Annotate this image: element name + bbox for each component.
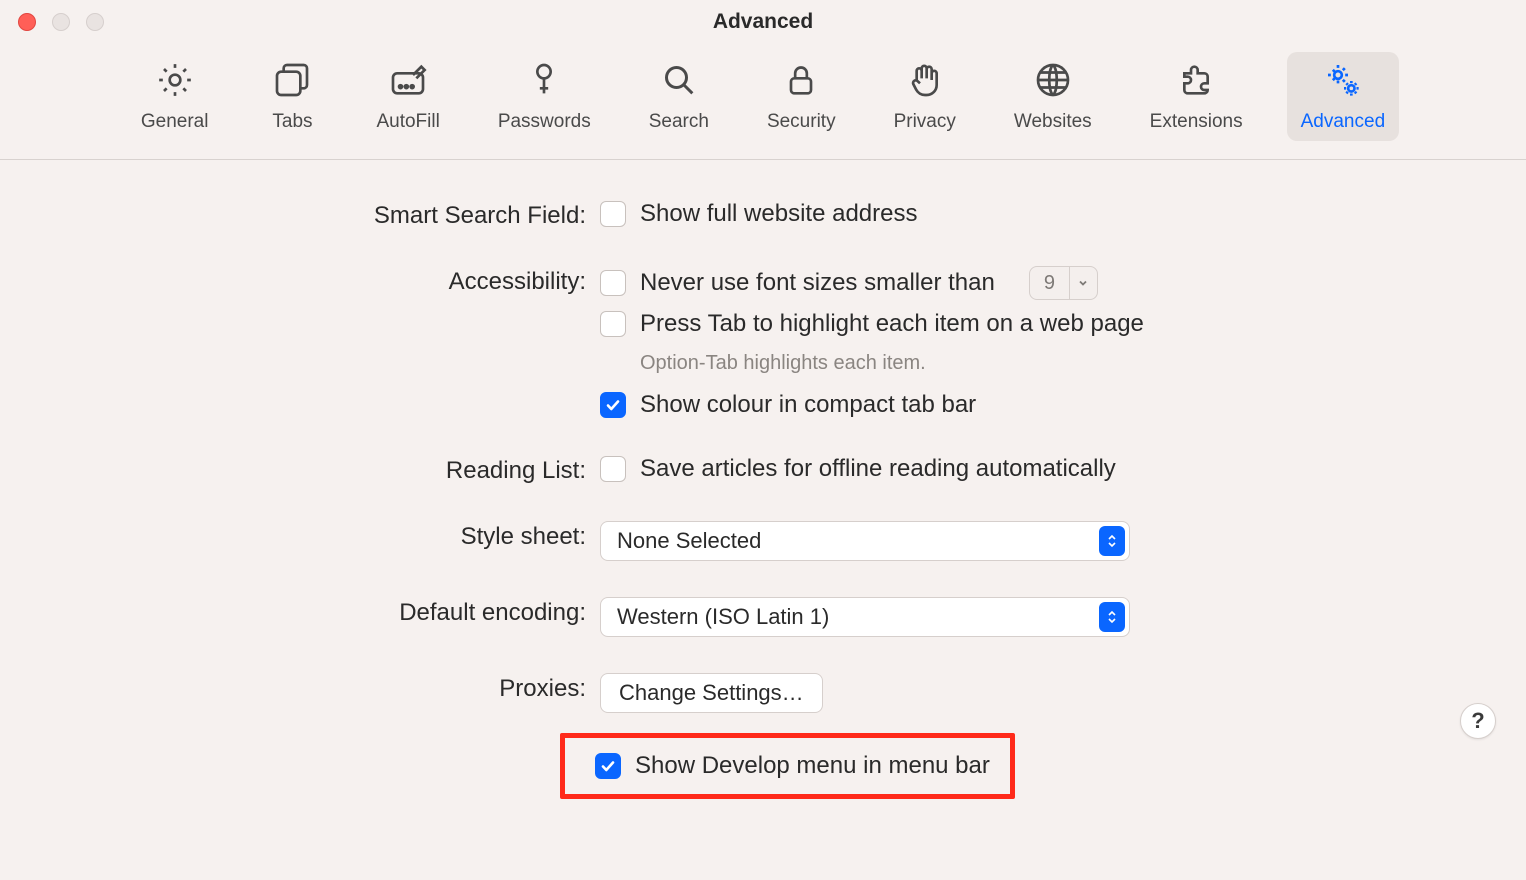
never-smaller-text: Never use font sizes smaller than (640, 269, 995, 297)
show-full-address-checkbox[interactable] (600, 201, 626, 227)
key-icon (524, 60, 564, 105)
tab-label: Security (767, 111, 836, 133)
save-offline-checkbox[interactable] (600, 456, 626, 482)
tab-passwords[interactable]: Passwords (484, 52, 605, 141)
tab-label: Privacy (894, 111, 956, 133)
show-develop-checkbox[interactable] (595, 753, 621, 779)
preferences-toolbar: General Tabs AutoFill Passwords Search S… (0, 44, 1526, 160)
style-sheet-value: None Selected (617, 528, 761, 554)
tab-label: Search (649, 111, 709, 133)
option-tab-hint: Option-Tab highlights each item. (640, 348, 1144, 375)
tab-privacy[interactable]: Privacy (880, 52, 970, 141)
tab-extensions[interactable]: Extensions (1136, 52, 1257, 141)
lock-icon (781, 60, 821, 105)
tab-label: Tabs (272, 111, 312, 133)
gear-icon (155, 60, 195, 105)
titlebar: Advanced (0, 0, 1526, 44)
tab-tabs[interactable]: Tabs (252, 52, 332, 141)
proxies-label: Proxies: (60, 673, 600, 703)
traffic-lights (0, 13, 104, 31)
help-text: ? (1471, 708, 1484, 734)
show-colour-text: Show colour in compact tab bar (640, 391, 976, 419)
help-button[interactable]: ? (1460, 703, 1496, 739)
show-develop-text: Show Develop menu in menu bar (635, 752, 990, 780)
hand-icon (905, 60, 945, 105)
default-encoding-select[interactable]: Western (ISO Latin 1) (600, 597, 1130, 637)
tabs-icon (272, 60, 312, 105)
reading-list-label: Reading List: (60, 455, 600, 485)
tab-websites[interactable]: Websites (1000, 52, 1106, 141)
smart-search-label: Smart Search Field: (60, 200, 600, 230)
press-tab-text: Press Tab to highlight each item on a we… (640, 310, 1144, 338)
puzzle-icon (1176, 60, 1216, 105)
show-colour-checkbox[interactable] (600, 392, 626, 418)
window-zoom-button[interactable] (86, 13, 104, 31)
tab-label: Passwords (498, 111, 591, 133)
tab-label: General (141, 111, 209, 133)
content-area: Smart Search Field: Show full website ad… (0, 160, 1526, 819)
default-encoding-label: Default encoding: (60, 597, 600, 627)
window-title: Advanced (0, 10, 1526, 34)
window-close-button[interactable] (18, 13, 36, 31)
tab-label: Extensions (1150, 111, 1243, 133)
save-offline-text: Save articles for offline reading automa… (640, 455, 1116, 483)
search-icon (659, 60, 699, 105)
gears-icon (1323, 60, 1363, 105)
window-minimize-button[interactable] (52, 13, 70, 31)
never-smaller-checkbox[interactable] (600, 270, 626, 296)
tab-label: Websites (1014, 111, 1092, 133)
develop-highlight: Show Develop menu in menu bar (560, 733, 1015, 799)
accessibility-label: Accessibility: (60, 266, 600, 296)
tab-general[interactable]: General (127, 52, 223, 141)
change-settings-button[interactable]: Change Settings… (600, 673, 823, 713)
tab-search[interactable]: Search (635, 52, 723, 141)
updown-arrows-icon (1099, 526, 1125, 556)
chevron-down-icon[interactable] (1069, 267, 1097, 299)
show-full-address-text: Show full website address (640, 200, 917, 228)
default-encoding-value: Western (ISO Latin 1) (617, 604, 829, 630)
change-settings-text: Change Settings… (619, 680, 804, 706)
font-size-stepper[interactable]: 9 (1029, 266, 1098, 300)
press-tab-checkbox[interactable] (600, 311, 626, 337)
tab-label: Advanced (1301, 111, 1386, 133)
pencil-card-icon (388, 60, 428, 105)
style-sheet-select[interactable]: None Selected (600, 521, 1130, 561)
tab-security[interactable]: Security (753, 52, 850, 141)
globe-icon (1033, 60, 1073, 105)
updown-arrows-icon (1099, 602, 1125, 632)
tab-advanced[interactable]: Advanced (1287, 52, 1400, 141)
font-size-value: 9 (1030, 272, 1069, 295)
tab-label: AutoFill (376, 111, 439, 133)
style-sheet-label: Style sheet: (60, 521, 600, 551)
tab-autofill[interactable]: AutoFill (362, 52, 453, 141)
